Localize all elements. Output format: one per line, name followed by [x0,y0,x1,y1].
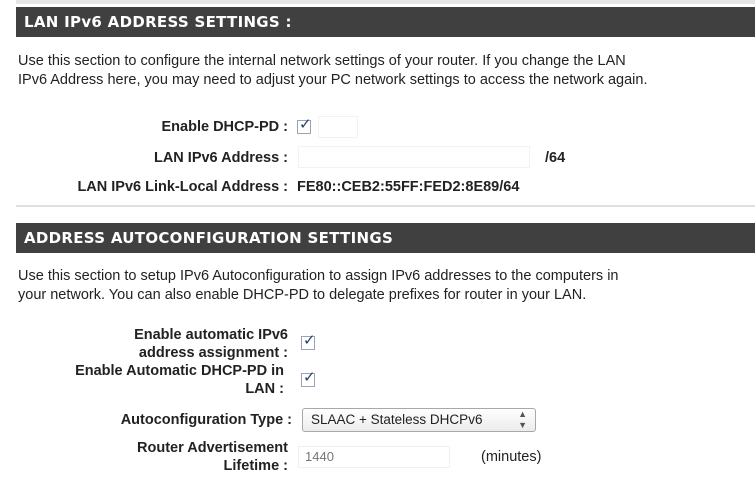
link-local-address-value: FE80::CEB2:55FF:FED2:8E89/64 [297,179,520,195]
autoconfig-description-line-1: Use this section to setup IPv6 Autoconfi… [18,268,619,284]
ra-lifetime-input[interactable]: 1440 [298,446,450,468]
autoconfig-section-header: ADDRESS AUTOCONFIGURATION SETTINGS [16,223,755,253]
lan-ipv6-prefix-suffix: /64 [545,150,566,166]
ra-lifetime-unit: (minutes) [481,449,542,465]
ra-lifetime-label-line-2: Lifetime : [223,458,288,474]
lan-ipv6-description-line-1: Use this section to configure the intern… [18,53,626,69]
autoconfig-type-label: Autoconfiguration Type : [120,412,292,428]
lan-ipv6-section-header: LAN IPv6 ADDRESS SETTINGS : [16,7,755,37]
link-local-address-label: LAN IPv6 Link-Local Address : [77,179,288,195]
autoconfig-description: Use this section to setup IPv6 Autoconfi… [16,267,750,305]
ra-lifetime-value: 1440 [305,449,334,464]
autoconfig-section-title: ADDRESS AUTOCONFIGURATION SETTINGS [24,229,394,247]
lan-ipv6-description-line-2: IPv6 Address here, you may need to adjus… [18,72,648,88]
autoconfig-type-select[interactable]: SLAAC + Stateless DHCPv6 ▲ ▼ [302,408,536,432]
enable-auto-ipv6-assignment-label-line-2: address assignment : [138,345,288,361]
ra-lifetime-label: Router Advertisement Lifetime : [16,439,288,475]
enable-dhcp-pd-label: Enable DHCP-PD : [161,119,289,135]
dhcp-pd-field-ghost [318,116,358,138]
enable-auto-dhcp-pd-label-line-1: Enable Automatic DHCP-PD in [75,363,284,379]
lan-ipv6-address-input[interactable] [298,146,530,168]
select-updown-arrows-icon: ▲ ▼ [518,409,527,430]
autoconfig-description-line-2: your network. You can also enable DHCP-P… [18,287,587,303]
checkmark-icon: ✓ [303,332,316,349]
section-divider [16,205,755,207]
enable-auto-dhcp-pd-label: Enable Automatic DHCP-PD in LAN : [16,362,284,398]
enable-auto-ipv6-assignment-label: Enable automatic IPv6 address assignment… [16,326,288,362]
enable-auto-ipv6-assignment-label-line-1: Enable automatic IPv6 [134,327,288,343]
enable-auto-dhcp-pd-label-line-2: LAN : [245,381,284,397]
autoconfig-type-selected-value: SLAAC + Stateless DHCPv6 [311,412,483,427]
lan-ipv6-description: Use this section to configure the intern… [16,52,750,90]
top-border [16,0,755,4]
checkmark-icon: ✓ [303,369,316,386]
enable-auto-ipv6-assignment-checkbox[interactable]: ✓ [301,332,316,350]
checkmark-icon: ✓ [299,116,312,133]
enable-dhcp-pd-checkbox[interactable]: ✓ [297,116,312,134]
ra-lifetime-label-line-1: Router Advertisement [137,440,288,456]
enable-auto-dhcp-pd-checkbox[interactable]: ✓ [301,369,316,387]
lan-ipv6-address-label: LAN IPv6 Address : [153,150,288,166]
lan-ipv6-section-title: LAN IPv6 ADDRESS SETTINGS : [24,13,292,31]
